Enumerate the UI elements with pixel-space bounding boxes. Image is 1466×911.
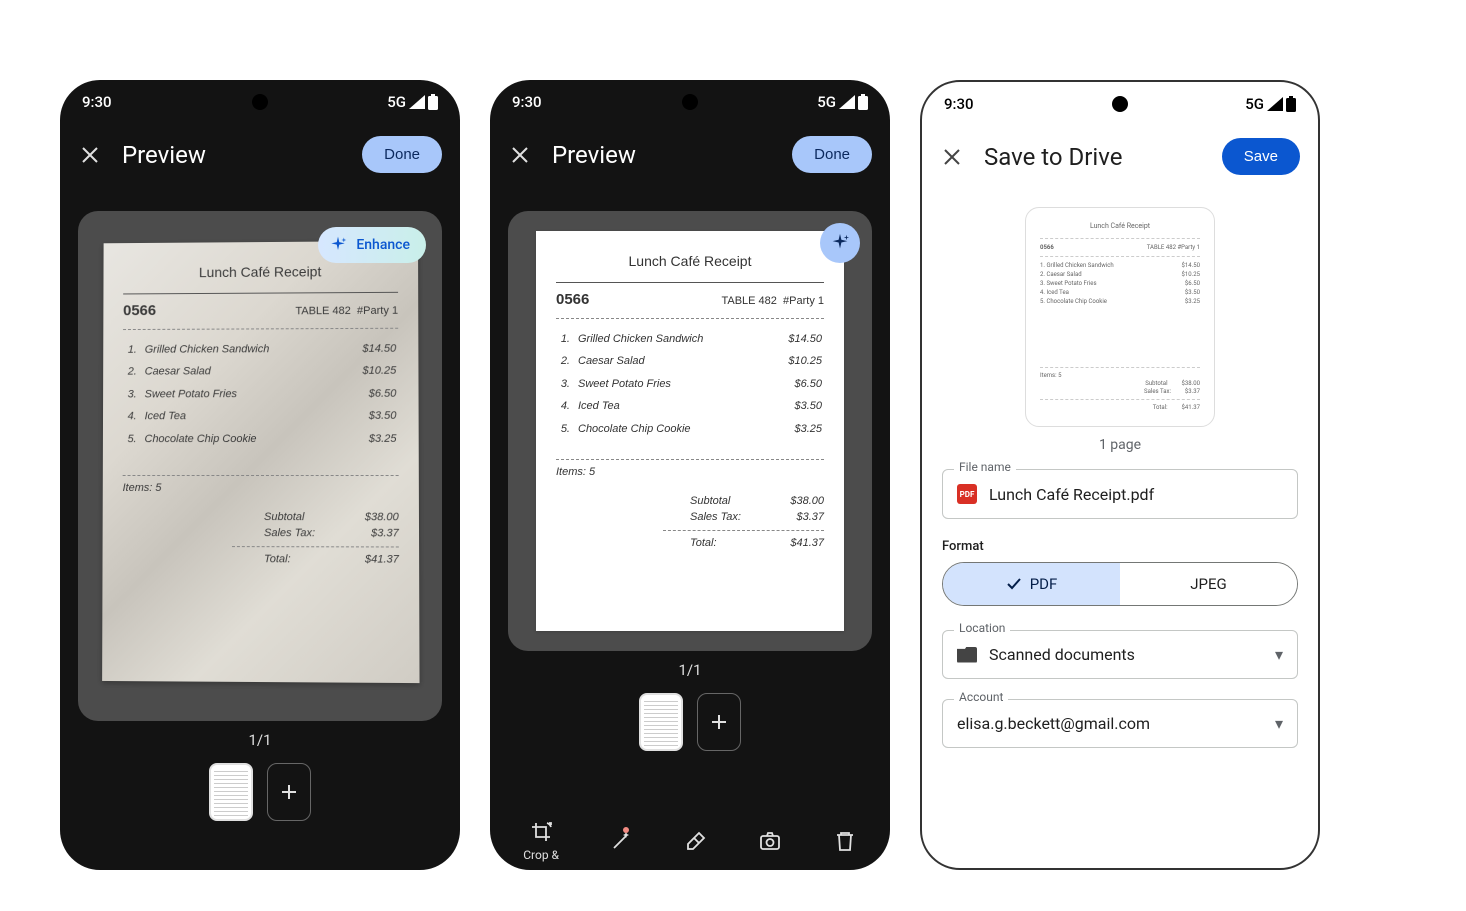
- crop-rotate-button[interactable]: Crop &: [523, 820, 559, 862]
- add-page-button[interactable]: [697, 693, 741, 751]
- format-pdf-option[interactable]: PDF: [943, 563, 1120, 605]
- done-button[interactable]: Done: [362, 136, 442, 173]
- crop-label: Crop &: [523, 848, 559, 862]
- page-title: Preview: [122, 141, 206, 169]
- app-header: Save to Drive Save: [922, 126, 1318, 187]
- document-preview[interactable]: Lunch Café Receipt 0566TABLE 482 #Party …: [1025, 207, 1215, 427]
- filename-input[interactable]: PDF Lunch Café Receipt.pdf: [942, 469, 1298, 519]
- account-value: elisa.g.beckett@gmail.com: [957, 714, 1150, 733]
- signal-icon: [839, 95, 855, 109]
- filter-button[interactable]: [609, 829, 633, 853]
- receipt-items: 1.Grilled Chicken Sandwich$14.50 2.Caesa…: [556, 327, 824, 442]
- location-label: Location: [954, 621, 1010, 635]
- status-time: 9:30: [82, 93, 112, 111]
- location-field-group: Location Scanned documents ▾: [942, 630, 1298, 679]
- sparkle-icon: [328, 235, 348, 255]
- filename-value: Lunch Café Receipt.pdf: [989, 485, 1154, 504]
- folder-icon: [957, 647, 977, 663]
- crop-rotate-icon: [529, 820, 553, 844]
- receipt-totals: Subtotal$38.00 Sales Tax:$3.37 Total:$41…: [122, 508, 399, 567]
- location-value: Scanned documents: [989, 645, 1135, 664]
- retake-button[interactable]: [758, 829, 782, 853]
- receipt-totals: Subtotal$38.00 Sales Tax:$3.37 Total:$41…: [556, 493, 824, 552]
- scan-canvas[interactable]: Lunch Café Receipt 0566 TABLE 482 #Party…: [508, 211, 872, 651]
- scanned-receipt-photo: Lunch Café Receipt 0566 TABLE 482 #Party…: [102, 241, 419, 683]
- plus-icon: [280, 783, 298, 801]
- receipt-table-party: TABLE 482 #Party 1: [295, 303, 398, 320]
- receipt-items: 1.Grilled Chicken Sandwich$14.50 2.Caesa…: [123, 336, 399, 451]
- enhance-label: Enhance: [356, 237, 410, 253]
- page-indicator: 1/1: [60, 731, 460, 749]
- scan-canvas[interactable]: Enhance Lunch Café Receipt 0566 TABLE 48…: [78, 211, 442, 721]
- battery-icon: [428, 94, 438, 110]
- chevron-down-icon: ▾: [1275, 714, 1283, 733]
- app-header: Preview Done: [60, 124, 460, 185]
- battery-icon: [1286, 96, 1296, 112]
- receipt-title: Lunch Café Receipt: [556, 251, 824, 272]
- save-button[interactable]: Save: [1222, 138, 1300, 175]
- phone-screen-preview-raw: 9:30 5G Preview Done Enhance Lunch Café …: [60, 80, 460, 870]
- format-segmented-control: PDF JPEG: [942, 562, 1298, 606]
- page-thumbnail[interactable]: [209, 763, 253, 821]
- format-jpeg-option[interactable]: JPEG: [1120, 563, 1297, 605]
- enhance-button[interactable]: [820, 223, 860, 263]
- page-title: Preview: [552, 141, 636, 169]
- pdf-icon: PDF: [957, 484, 977, 504]
- chevron-down-icon: ▾: [1275, 645, 1283, 664]
- phone-screen-save-to-drive: 9:30 5G Save to Drive Save Lunch Café Re…: [920, 80, 1320, 870]
- signal-icon: [409, 95, 425, 109]
- camera-hole: [1112, 96, 1128, 112]
- magic-wand-icon: [609, 829, 633, 853]
- delete-button[interactable]: [833, 829, 857, 853]
- close-icon[interactable]: [508, 143, 532, 167]
- page-title: Save to Drive: [984, 143, 1122, 171]
- trash-icon: [833, 829, 857, 853]
- camera-hole: [682, 94, 698, 110]
- eraser-button[interactable]: [684, 829, 708, 853]
- receipt-order-no: 0566: [556, 289, 589, 312]
- page-indicator: 1/1: [490, 661, 890, 679]
- receipt-order-no: 0566: [123, 300, 156, 322]
- network-type: 5G: [387, 93, 406, 111]
- sparkle-icon: [829, 232, 851, 254]
- page-count: 1 page: [942, 437, 1298, 453]
- account-field-group: Account elisa.g.beckett@gmail.com ▾: [942, 699, 1298, 748]
- eraser-icon: [684, 829, 708, 853]
- network-type: 5G: [1245, 95, 1264, 113]
- receipt-title: Lunch Café Receipt: [123, 261, 398, 284]
- status-indicators: 5G: [387, 93, 438, 111]
- filename-field-group: File name PDF Lunch Café Receipt.pdf: [942, 469, 1298, 519]
- receipt-items-count: Items: 5: [123, 480, 399, 497]
- receipt-items-count: Items: 5: [556, 464, 824, 481]
- status-time: 9:30: [944, 95, 974, 113]
- thumbnail-row: [60, 763, 460, 821]
- phone-screen-preview-clean: 9:30 5G Preview Done Lunch Café Receipt …: [490, 80, 890, 870]
- account-dropdown[interactable]: elisa.g.beckett@gmail.com ▾: [942, 699, 1298, 748]
- app-header: Preview Done: [490, 124, 890, 185]
- status-time: 9:30: [512, 93, 542, 111]
- close-icon[interactable]: [78, 143, 102, 167]
- close-icon[interactable]: [940, 145, 964, 169]
- filename-label: File name: [954, 460, 1016, 474]
- receipt-table-party: TABLE 482 #Party 1: [721, 293, 824, 310]
- add-page-button[interactable]: [267, 763, 311, 821]
- format-label: Format: [942, 539, 1298, 554]
- location-dropdown[interactable]: Scanned documents ▾: [942, 630, 1298, 679]
- scanned-receipt-clean: Lunch Café Receipt 0566 TABLE 482 #Party…: [536, 231, 844, 631]
- thumbnail-row: [490, 693, 890, 751]
- status-indicators: 5G: [1245, 95, 1296, 113]
- plus-icon: [710, 713, 728, 731]
- page-thumbnail[interactable]: [639, 693, 683, 751]
- signal-icon: [1267, 97, 1283, 111]
- battery-icon: [858, 94, 868, 110]
- account-label: Account: [954, 690, 1008, 704]
- enhance-button[interactable]: Enhance: [318, 227, 426, 263]
- camera-icon: [758, 829, 782, 853]
- camera-hole: [252, 94, 268, 110]
- status-indicators: 5G: [817, 93, 868, 111]
- check-icon: [1006, 576, 1022, 592]
- network-type: 5G: [817, 93, 836, 111]
- editor-toolbar: Crop &: [490, 806, 890, 870]
- done-button[interactable]: Done: [792, 136, 872, 173]
